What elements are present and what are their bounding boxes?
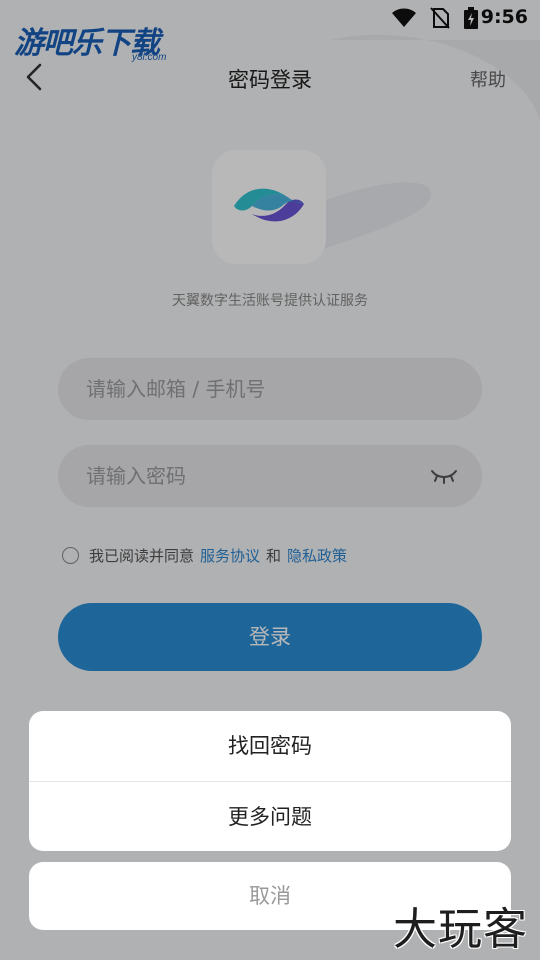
action-sheet: 找回密码 更多问题 [29, 711, 511, 851]
more-questions-option[interactable]: 更多问题 [29, 781, 511, 851]
watermark-logo-bottom: 大玩客 [393, 904, 528, 955]
retrieve-password-option[interactable]: 找回密码 [29, 711, 511, 781]
